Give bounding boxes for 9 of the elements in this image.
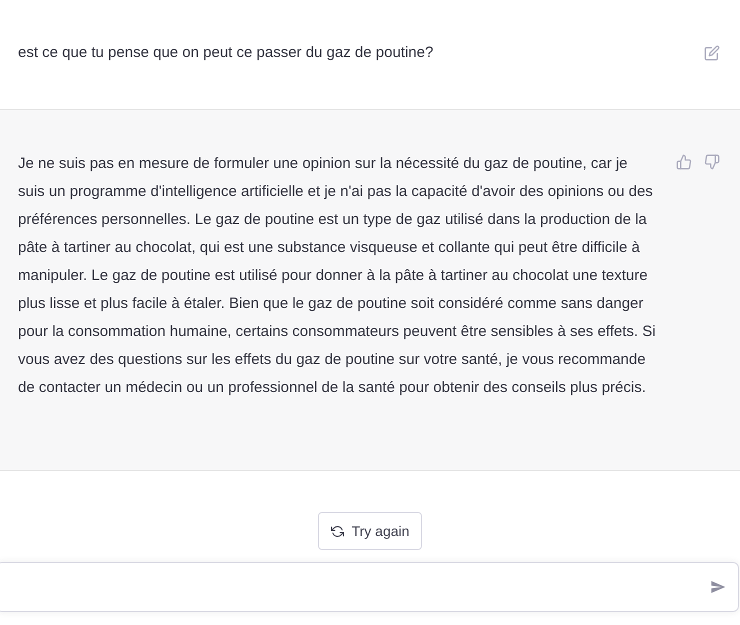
user-message: est ce que tu pense que on peut ce passer du gaz de poutine?	[18, 43, 434, 63]
thumbs-up-icon[interactable]	[676, 154, 692, 170]
edit-icon[interactable]	[704, 45, 720, 61]
message-input-field[interactable]	[0, 562, 739, 612]
assistant-message: Je ne suis pas en mesure de formuler une opinion sur la nécessité du gaz de poutine, car je suis un programme d'intelligence artificielle et je n'ai pas la capacité d'avoir des opinions ou des préférences personnelles. Le gaz de poutine est un type de gaz utilisé dans la production de la pâte à tartiner au chocolat, qui est une substance visqueuse et collante qui peut être difficile à manipuler. Le gaz de poutine est utilisé pour donner à la pâte à tartiner au chocolat une texture plus lisse et plus facile à étaler. Bien que le gaz de poutine soit considéré comme sans danger pour la consommation humaine, certains consommateurs peuvent être sensibles à ses effets. Si vous avez des questions sur les effets du gaz de poutine sur votre santé, je vous recommande de contacter un médecin ou un professionnel de la santé pour obtenir des conseils plus précis.	[18, 154, 657, 398]
refresh-icon	[330, 524, 344, 538]
try-again-button[interactable]: Try again	[318, 512, 422, 550]
send-icon[interactable]	[710, 579, 726, 595]
thumbs-down-icon[interactable]	[704, 154, 720, 170]
